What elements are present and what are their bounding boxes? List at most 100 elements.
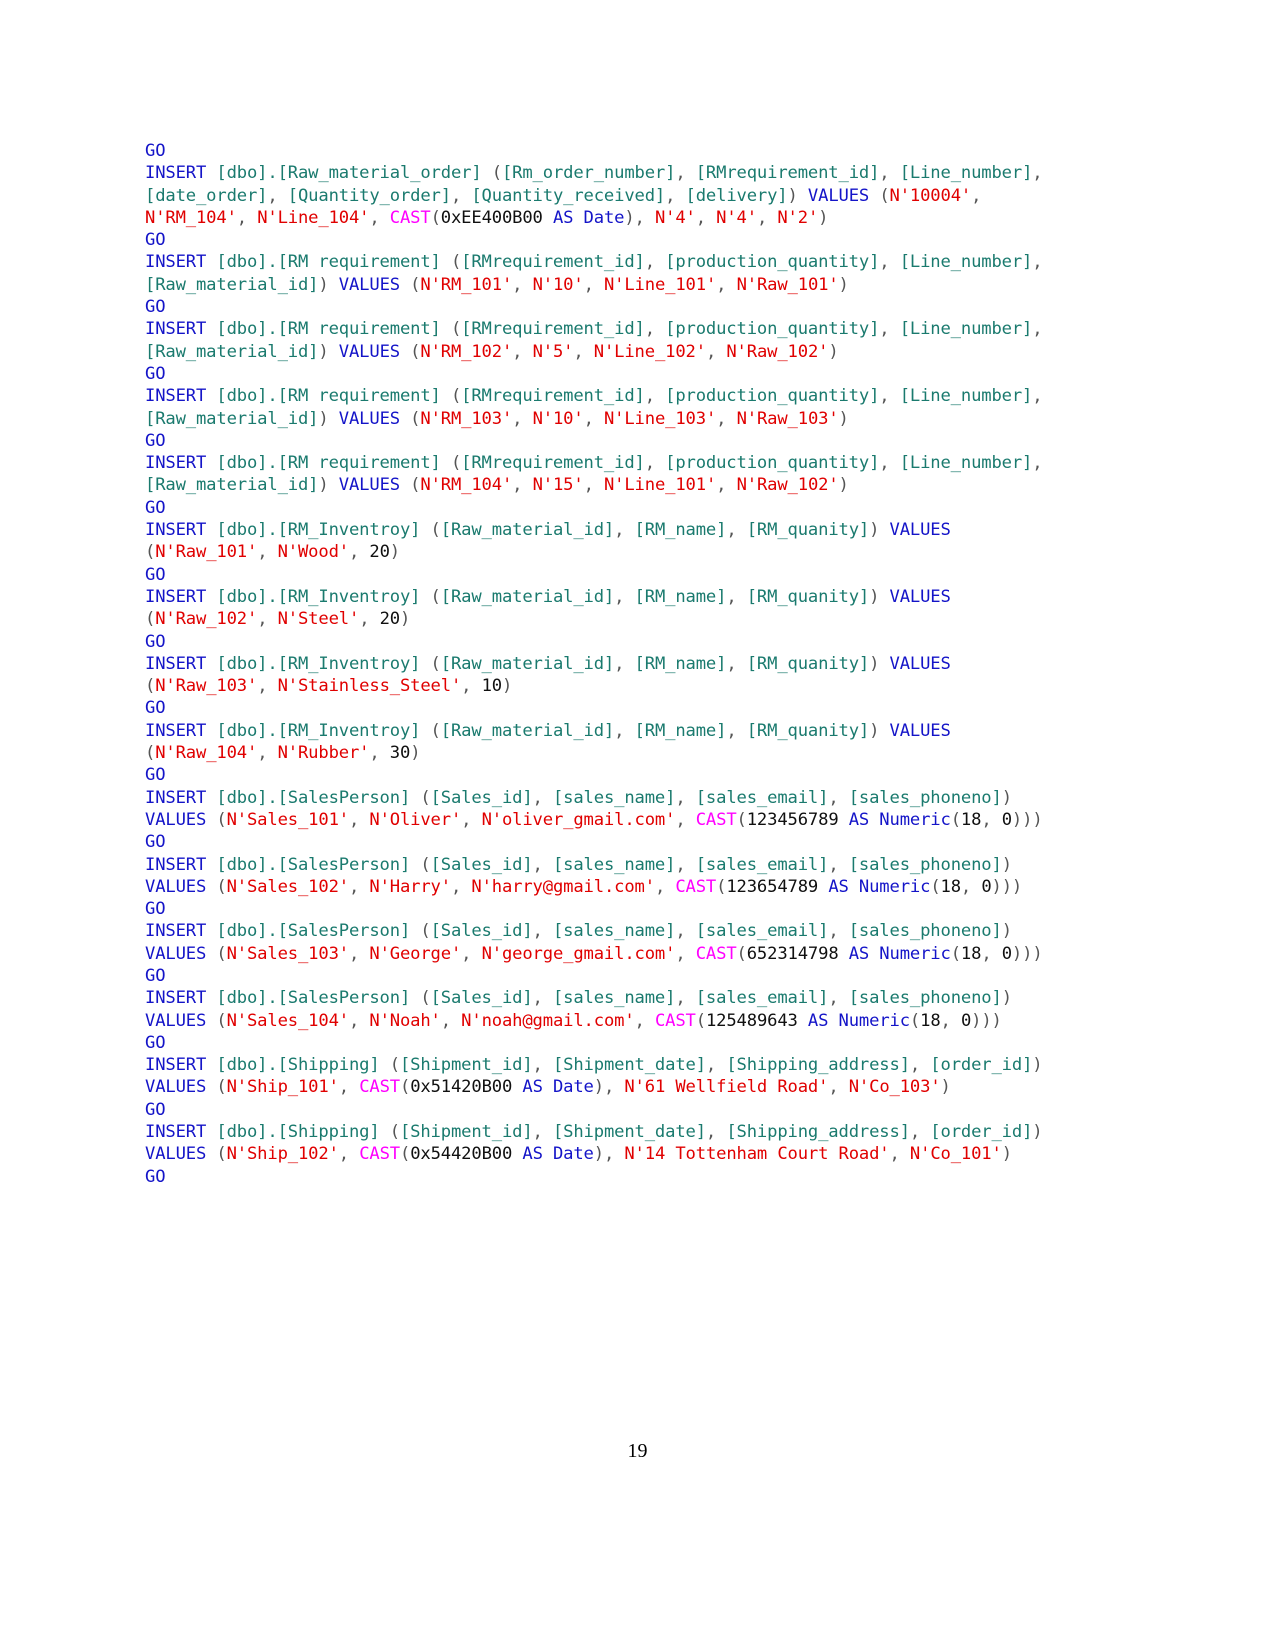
code-token-pun: , [583,475,604,496]
code-token-ident: [Quantity_received] [471,185,666,206]
code-line: GO [145,631,1070,653]
code-token-num: 0 [1001,809,1012,830]
code-token-pun: ( [440,319,462,340]
code-token-pun: , [909,1055,931,1076]
code-token-ident: [sales_phoneno] [848,988,1002,1009]
code-token-pun: ( [410,408,421,429]
code-token-fn: CAST [389,207,431,228]
code-token-pun: , [532,921,553,942]
code-token-str: N'Ship_102' [226,1144,339,1165]
code-token-ident: [RMrequirement_id] [461,386,645,407]
code-token-str: N'10' [532,408,584,429]
code-token-fn: CAST [359,1077,400,1098]
code-token-num: 0x54420B00 [410,1144,513,1165]
code-token-pun: ( [216,1010,227,1031]
code-token-pun: ( [379,1055,400,1076]
code-line: INSERT [dbo].[RM requirement] ([RMrequir… [145,251,1070,296]
code-token-pun: , [981,809,1002,830]
code-token-str: N'Raw_102' [726,341,829,362]
code-token-str: N'Raw_103' [155,676,258,697]
code-token-ident: [sales_email] [695,787,829,808]
code-token-ident: [dbo].[SalesPerson] [216,988,411,1009]
code-token-pun: , [675,163,696,184]
code-line: INSERT [dbo].[Shipping] ([Shipment_id], … [145,1121,1070,1166]
code-token-ident: [dbo].[RM requirement] [216,252,441,273]
code-token-pun: , [450,876,472,897]
code-token-pun: ( [420,720,441,741]
code-token-kw: INSERT [145,787,217,808]
code-token-pun: ) [1032,1122,1053,1143]
code-token-pun: , [614,720,635,741]
code-token-pun: ) [838,274,849,295]
code-token-num: 20 [379,609,401,630]
code-token-str: N'Line_101' [603,475,717,496]
code-token-num: 123654789 [726,876,819,897]
code-token-pun: ( [950,809,961,830]
code-token-ident: [Raw_material_id] [440,520,615,541]
code-line: GO [145,965,1070,987]
code-token-pun: , [675,921,696,942]
code-token-pun: ( [736,809,747,830]
code-token-pun: , [1032,386,1053,407]
code-token-num: 30 [389,743,411,764]
code-token-kw: VALUES [145,1144,217,1165]
code-token-kw: GO [145,564,166,585]
code-token-pun: ))) [991,876,1023,897]
code-token-fn: CAST [695,809,737,830]
code-line: INSERT [dbo].[SalesPerson] ([Sales_id], … [145,787,1070,832]
code-token-pun: ( [410,341,421,362]
code-token-kw: INSERT [145,586,217,607]
code-token-str: N'14 Tottenham Court Road' [624,1144,890,1165]
code-token-pun: ) [828,341,839,362]
code-token-pun: , [257,542,278,563]
code-token-pun: , [960,876,982,897]
code-token-pun: , [1032,319,1053,340]
code-token-pun: , [726,520,747,541]
code-token-kw: VALUES [338,341,411,362]
code-token-ident: [sales_phoneno] [848,854,1002,875]
code-token-pun: ( [420,520,441,541]
code-token-ident: [production_quantity] [665,453,880,474]
code-token-pun: , [675,809,696,830]
code-token-str: N'noah@gmail.com' [461,1010,635,1031]
code-token-ident: [RM_name] [634,520,727,541]
code-line: INSERT [dbo].[RM_Inventroy] ([Raw_materi… [145,586,1070,631]
code-line: INSERT [dbo].[RM_Inventroy] ([Raw_materi… [145,653,1070,698]
code-token-kw: AS Date [512,1144,594,1165]
code-token-ident: [RMrequirement_id] [461,319,645,340]
code-token-str: N'RM_104' [420,475,513,496]
code-token-pun: , [512,408,533,429]
code-token-str: N'George' [369,943,462,964]
code-token-num: 125489643 [705,1010,798,1031]
code-token-pun: ) [501,676,513,697]
document-page: GO INSERT [dbo].[Raw_material_order] ([Rm… [0,0,1275,1651]
code-token-pun: , [461,943,482,964]
code-line: INSERT [dbo].[Raw_material_order] ([Rm_o… [145,162,1070,229]
code-token-pun: , [369,743,390,764]
code-token-num: 0 [1001,943,1012,964]
code-token-str: N'RM_104' [145,207,237,228]
code-token-pun: , [879,453,900,474]
code-token-num: 18 [940,876,962,897]
code-token-pun: , [1032,453,1053,474]
code-token-kw: VALUES [889,653,961,674]
code-line: GO [145,363,1070,385]
code-token-pun: , [257,743,278,764]
page-number: 19 [627,1440,648,1462]
code-token-kw: AS Date [512,1077,594,1098]
code-token-ident: [sales_phoneno] [848,921,1002,942]
code-token-kw: VALUES [145,943,217,964]
code-token-num: 18 [960,809,982,830]
code-token-pun: , [716,408,737,429]
code-token-pun: ( [216,1077,227,1098]
code-line: GO [145,564,1070,586]
code-token-pun: , [675,854,696,875]
code-token-kw: INSERT [145,653,217,674]
code-token-kw: INSERT [145,720,217,741]
code-token-pun: ) [869,720,890,741]
code-token-kw: GO [145,1166,166,1187]
code-token-pun: , [348,943,370,964]
code-token-pun: ( [410,988,431,1009]
code-token-ident: [RM_quanity] [746,520,870,541]
code-token-pun: , [756,207,778,228]
